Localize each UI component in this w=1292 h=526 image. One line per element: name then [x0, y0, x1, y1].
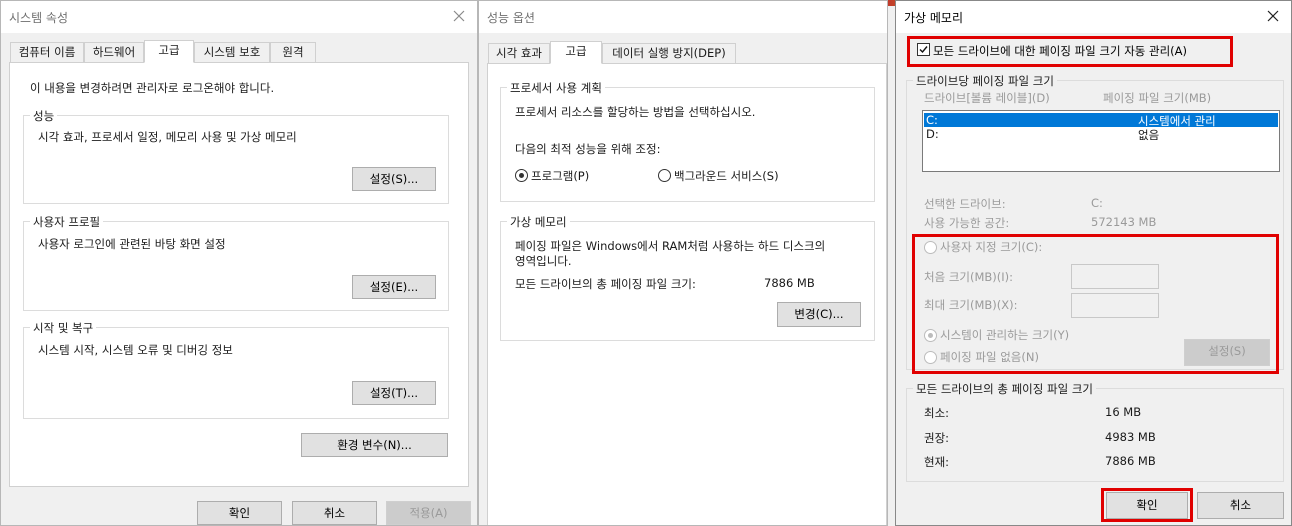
admin-note: 이 내용을 변경하려면 관리자로 로그온해야 합니다. — [30, 81, 275, 95]
performance-settings-button[interactable]: 설정(S)... — [352, 167, 436, 191]
min-label: 최소: — [924, 406, 950, 420]
virtual-memory-desc-line2: 영역입니다. — [515, 254, 572, 268]
selected-drive-label: 선택한 드라이브: — [924, 197, 1006, 211]
totals-group: 모든 드라이브의 총 페이징 파일 크기 최소: 16 MB 권장: 4983 … — [906, 381, 1284, 482]
selected-drive-value: C: — [1091, 196, 1103, 210]
processor-scheduling-label: 프로세서 사용 계획 — [507, 80, 605, 96]
tab-advanced[interactable]: 고급 — [550, 41, 602, 64]
startup-recovery-desc: 시스템 시작, 시스템 오류 및 디버깅 정보 — [38, 343, 233, 357]
tab-advanced[interactable]: 고급 — [144, 40, 194, 63]
change-virtual-memory-button[interactable]: 변경(C)... — [777, 302, 861, 327]
virtual-memory-title: 가상 메모리 — [904, 11, 964, 25]
size-column-header: 페이징 파일 크기(MB) — [1103, 91, 1212, 105]
tab-dep[interactable]: 데이터 실행 방지(DEP) — [602, 43, 736, 64]
total-paging-label: 모든 드라이브의 총 페이징 파일 크기: — [515, 277, 696, 291]
ok-button[interactable]: 확인 — [1106, 492, 1188, 519]
tab-system-protection[interactable]: 시스템 보호 — [194, 42, 270, 63]
background-services-radio[interactable] — [658, 169, 671, 182]
initial-size-field[interactable] — [1071, 264, 1159, 289]
virtual-memory-dialog: 가상 메모리 모든 드라이브에 대한 페이징 파일 크기 자동 관리(A) 드라… — [895, 0, 1292, 526]
free-space-label: 사용 가능한 공간: — [924, 216, 1010, 230]
processor-scheduling-desc: 프로세서 리소스를 할당하는 방법을 선택하십시오. — [515, 105, 756, 119]
drive-row-c[interactable]: C: 시스템에서 관리 — [924, 113, 1278, 128]
no-paging-radio[interactable] — [924, 351, 937, 364]
performance-options-dialog: 성능 옵션 시각 효과 고급 데이터 실행 방지(DEP) 프로세서 사용 계획… — [478, 0, 888, 526]
apply-button[interactable]: 적용(A) — [386, 501, 471, 525]
system-properties-dialog: 시스템 속성 컴퓨터 이름 하드웨어 고급 시스템 보호 원격 이 내용을 변경… — [0, 0, 478, 526]
virtual-memory-titlebar: 가상 메모리 — [896, 1, 1291, 33]
recommended-label: 권장: — [924, 431, 950, 445]
no-paging-label[interactable]: 페이징 파일 없음(N) — [940, 349, 1039, 365]
checkmark-icon — [919, 46, 928, 54]
initial-size-label: 처음 크기(MB)(I): — [924, 270, 1013, 284]
current-label: 현재: — [924, 455, 950, 469]
system-properties-title: 시스템 속성 — [9, 11, 69, 25]
drive-row-d-drive: D: — [926, 127, 939, 141]
free-space-value: 572143 MB — [1091, 215, 1157, 229]
max-size-label: 최대 크기(MB)(X): — [924, 298, 1018, 312]
per-drive-label: 드라이브당 페이징 파일 크기 — [913, 73, 1057, 89]
max-size-field[interactable] — [1071, 293, 1159, 318]
performance-desc: 시각 효과, 프로세서 일정, 메모리 사용 및 가상 메모리 — [38, 130, 297, 144]
startup-recovery-label: 시작 및 복구 — [30, 320, 97, 336]
processor-scheduling-group: 프로세서 사용 계획 프로세서 리소스를 할당하는 방법을 선택하십시오. 다음… — [500, 80, 875, 202]
set-button[interactable]: 설정(S) — [1184, 339, 1270, 366]
processor-adjust-label: 다음의 최적 성능을 위해 조정: — [515, 142, 661, 156]
performance-group: 성능 시각 효과, 프로세서 일정, 메모리 사용 및 가상 메모리 설정(S)… — [23, 108, 449, 204]
close-icon[interactable] — [447, 5, 471, 27]
drive-row-d-size: 없음 — [1138, 128, 1160, 142]
system-managed-label[interactable]: 시스템이 관리하는 크기(Y) — [940, 327, 1069, 343]
min-value: 16 MB — [1105, 405, 1142, 419]
tab-remote[interactable]: 원격 — [270, 42, 316, 63]
user-profiles-label: 사용자 프로필 — [30, 214, 104, 230]
performance-options-titlebar: 성능 옵션 — [479, 1, 887, 33]
system-properties-titlebar: 시스템 속성 — [1, 1, 477, 33]
current-value: 7886 MB — [1105, 454, 1156, 468]
user-profiles-group: 사용자 프로필 사용자 로그인에 관련된 바탕 화면 설정 설정(E)... — [23, 214, 449, 311]
auto-manage-label[interactable]: 모든 드라이브에 대한 페이징 파일 크기 자동 관리(A) — [933, 43, 1187, 59]
startup-recovery-group: 시작 및 복구 시스템 시작, 시스템 오류 및 디버깅 정보 설정(T)... — [23, 320, 449, 419]
drive-listbox[interactable]: C: 시스템에서 관리 D: 없음 — [922, 110, 1280, 172]
background-services-radio-label[interactable]: 백그라운드 서비스(S) — [674, 168, 779, 184]
ok-button[interactable]: 확인 — [197, 501, 282, 525]
tab-visual-effects[interactable]: 시각 효과 — [488, 43, 550, 64]
environment-variables-button[interactable]: 환경 변수(N)... — [301, 433, 448, 457]
custom-size-label[interactable]: 사용자 지정 크기(C): — [940, 239, 1042, 255]
user-profiles-desc: 사용자 로그인에 관련된 바탕 화면 설정 — [38, 237, 226, 251]
virtual-memory-desc-line1: 페이징 파일은 Windows에서 RAM처럼 사용하는 하드 디스크의 — [515, 239, 826, 253]
performance-options-title: 성능 옵션 — [487, 11, 535, 25]
system-properties-tab-panel: 이 내용을 변경하려면 관리자로 로그온해야 합니다. 성능 시각 효과, 프로… — [9, 62, 469, 487]
performance-options-tab-panel: 프로세서 사용 계획 프로세서 리소스를 할당하는 방법을 선택하십시오. 다음… — [487, 63, 887, 525]
per-drive-group: 드라이브당 페이징 파일 크기 드라이브[볼륨 레이블](D) 페이징 파일 크… — [906, 73, 1284, 370]
startup-recovery-settings-button[interactable]: 설정(T)... — [352, 381, 436, 405]
virtual-memory-label: 가상 메모리 — [507, 214, 570, 230]
user-profiles-settings-button[interactable]: 설정(E)... — [352, 275, 436, 299]
programs-radio[interactable] — [515, 169, 528, 182]
totals-label: 모든 드라이브의 총 페이징 파일 크기 — [913, 381, 1096, 397]
total-paging-value: 7886 MB — [764, 276, 815, 290]
auto-manage-checkbox[interactable] — [917, 43, 930, 56]
drive-column-header: 드라이브[볼륨 레이블](D) — [924, 91, 1050, 105]
custom-size-radio[interactable] — [924, 241, 937, 254]
programs-radio-label[interactable]: 프로그램(P) — [531, 168, 589, 184]
system-managed-radio[interactable] — [924, 329, 937, 342]
recommended-value: 4983 MB — [1105, 430, 1156, 444]
virtual-memory-group: 가상 메모리 페이징 파일은 Windows에서 RAM처럼 사용하는 하드 디… — [500, 214, 875, 341]
close-icon[interactable] — [1261, 5, 1285, 27]
performance-label: 성능 — [30, 108, 58, 124]
drive-row-d[interactable]: D: 없음 — [924, 127, 1278, 142]
drive-row-c-drive: C: — [926, 113, 938, 127]
cancel-button[interactable]: 취소 — [1197, 492, 1284, 519]
tab-computer-name[interactable]: 컴퓨터 이름 — [10, 42, 84, 63]
cancel-button[interactable]: 취소 — [292, 501, 377, 525]
tab-hardware[interactable]: 하드웨어 — [84, 42, 144, 63]
